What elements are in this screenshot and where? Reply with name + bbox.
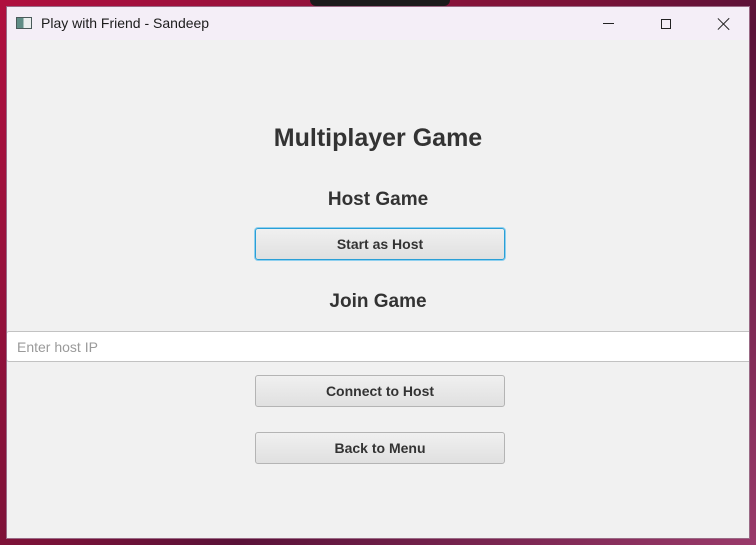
title-bar[interactable]: Play with Friend - Sandeep — [7, 7, 749, 40]
maximize-icon — [661, 18, 671, 29]
app-window-icon — [16, 17, 32, 29]
close-icon — [717, 17, 731, 31]
back-to-menu-button[interactable]: Back to Menu — [255, 432, 505, 464]
start-as-host-button[interactable]: Start as Host — [255, 228, 505, 260]
connect-to-host-button[interactable]: Connect to Host — [255, 375, 505, 407]
app-window: Play with Friend - Sandeep Multiplayer G… — [6, 6, 750, 539]
host-game-heading: Host Game — [327, 189, 429, 210]
page-title: Multiplayer Game — [273, 124, 483, 152]
close-button[interactable] — [695, 7, 749, 40]
minimize-icon — [602, 23, 614, 24]
host-ip-input[interactable] — [7, 331, 749, 362]
multiplayer-panel: Multiplayer Game Host Game Start as Host… — [7, 40, 749, 538]
window-title: Play with Friend - Sandeep — [41, 15, 210, 31]
join-game-heading: Join Game — [329, 291, 427, 312]
maximize-button[interactable] — [637, 7, 695, 40]
minimize-button[interactable] — [579, 7, 637, 40]
